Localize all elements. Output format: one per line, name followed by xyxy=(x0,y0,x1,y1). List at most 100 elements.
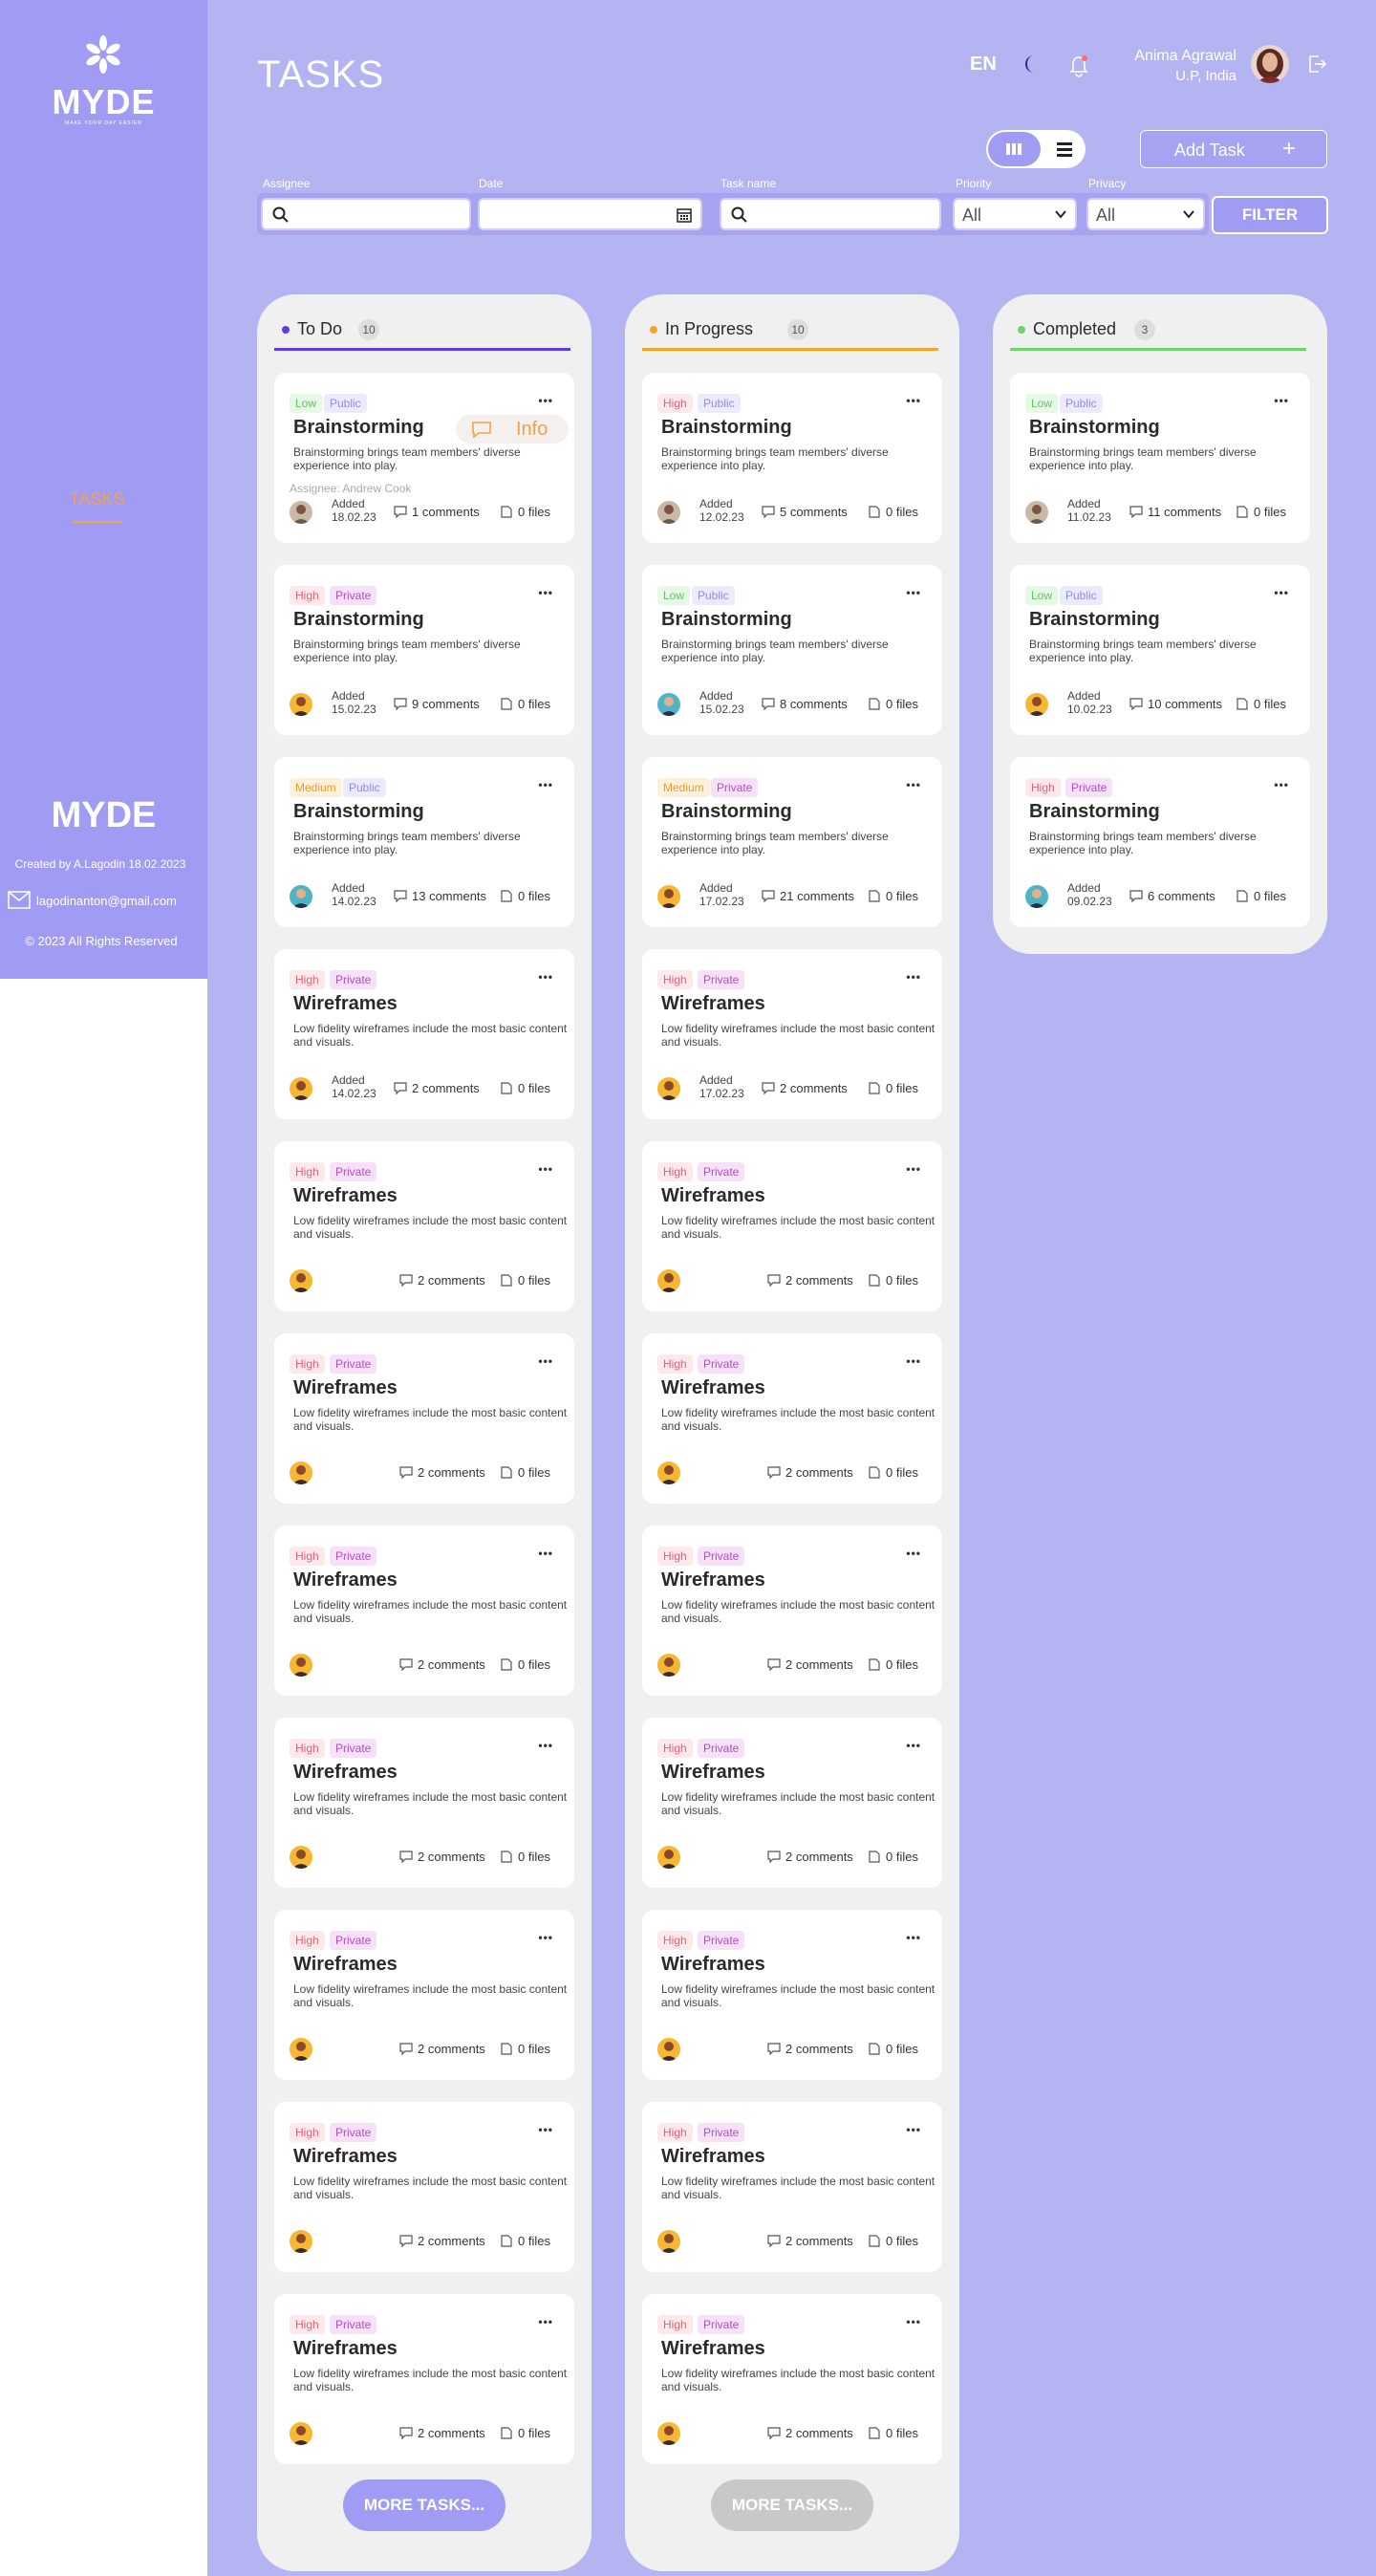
task-card[interactable]: High Private ••• Wireframes Low fidelity wir… xyxy=(642,1526,942,1696)
more-options-icon[interactable]: ••• xyxy=(1274,778,1289,791)
more-options-icon[interactable]: ••• xyxy=(538,1354,553,1368)
task-card[interactable]: Low Public ••• Brainstorming Brainstorming b… xyxy=(1010,373,1310,543)
files-count[interactable]: 0 files xyxy=(500,1657,550,1672)
comments-count[interactable]: 2 comments xyxy=(767,1465,853,1480)
task-card[interactable]: High Private ••• Wireframes Low fidelity wir… xyxy=(274,2294,574,2464)
task-card[interactable]: High Private ••• Wireframes Low fidelity wir… xyxy=(642,1910,942,2080)
contact-email-link[interactable]: lagodinanton@gmail.com xyxy=(36,894,177,908)
assignee-search-input[interactable] xyxy=(261,198,471,230)
language-switch[interactable]: EN xyxy=(970,54,997,76)
files-count[interactable]: 0 files xyxy=(1236,889,1286,903)
comments-count[interactable]: 2 comments xyxy=(399,1850,485,1864)
comments-count[interactable]: 9 comments xyxy=(394,697,480,711)
task-card[interactable]: High Private ••• Wireframes Low fidelity wir… xyxy=(274,2102,574,2272)
comments-count[interactable]: 8 comments xyxy=(762,697,848,711)
more-options-icon[interactable]: ••• xyxy=(538,1739,553,1752)
files-count[interactable]: 0 files xyxy=(500,1273,550,1288)
task-card[interactable]: High Private ••• Wireframes Low fidelity wir… xyxy=(274,949,574,1119)
sidebar-item-tasks[interactable]: TASKS xyxy=(0,489,194,509)
comments-count[interactable]: 2 comments xyxy=(399,2426,485,2440)
comments-count[interactable]: 2 comments xyxy=(399,1657,485,1672)
more-options-icon[interactable]: ••• xyxy=(538,1547,553,1560)
comments-count[interactable]: 2 comments xyxy=(767,2234,853,2248)
task-card[interactable]: High Private ••• Wireframes Low fidelity wir… xyxy=(274,1718,574,1888)
task-card[interactable]: Low Public ••• Brainstorming Brainstorming b… xyxy=(642,565,942,735)
files-count[interactable]: 0 files xyxy=(868,1850,918,1864)
more-options-icon[interactable]: ••• xyxy=(538,1162,553,1176)
task-card[interactable]: High Private ••• Brainstorming Brainstorming… xyxy=(274,565,574,735)
more-options-icon[interactable]: ••• xyxy=(906,1739,921,1752)
more-options-icon[interactable]: ••• xyxy=(906,1354,921,1368)
task-card[interactable]: High Private ••• Wireframes Low fidelity wir… xyxy=(274,1526,574,1696)
taskname-search-input[interactable] xyxy=(720,198,941,230)
files-count[interactable]: 0 files xyxy=(500,1081,550,1095)
task-card[interactable]: High Private ••• Wireframes Low fidelity wir… xyxy=(642,2294,942,2464)
task-card[interactable]: High Private ••• Wireframes Low fidelity wir… xyxy=(642,1333,942,1504)
comments-count[interactable]: 2 comments xyxy=(399,2042,485,2056)
task-card[interactable]: High Private ••• Wireframes Low fidelity wir… xyxy=(274,1333,574,1504)
files-count[interactable]: 0 files xyxy=(500,2042,550,2056)
comments-count[interactable]: 2 comments xyxy=(762,1081,848,1095)
date-input[interactable] xyxy=(478,198,702,230)
files-count[interactable]: 0 files xyxy=(868,2426,918,2440)
more-options-icon[interactable]: ••• xyxy=(906,2123,921,2136)
task-card[interactable]: High Private ••• Brainstorming Brainstorming… xyxy=(1010,757,1310,927)
add-task-button[interactable]: Add Task + xyxy=(1140,130,1327,168)
task-card[interactable]: Medium Private ••• Brainstorming Brainstormi… xyxy=(642,757,942,927)
comments-count[interactable]: 10 comments xyxy=(1129,697,1222,711)
more-tasks-todo-button[interactable]: MORE TASKS... xyxy=(343,2479,505,2531)
task-card[interactable]: High Private ••• Wireframes Low fidelity wir… xyxy=(642,949,942,1119)
more-tasks-progress-button[interactable]: MORE TASKS... xyxy=(711,2479,873,2531)
task-card[interactable]: Low Public ••• Brainstorming Brainstorming b… xyxy=(1010,565,1310,735)
board-view-button[interactable] xyxy=(988,132,1041,166)
calendar-icon[interactable] xyxy=(676,206,693,224)
comments-count[interactable]: 2 comments xyxy=(394,1081,480,1095)
more-options-icon[interactable]: ••• xyxy=(906,970,921,984)
files-count[interactable]: 0 files xyxy=(868,1081,918,1095)
comments-count[interactable]: 13 comments xyxy=(394,889,486,903)
files-count[interactable]: 0 files xyxy=(868,697,918,711)
comments-count[interactable]: 1 comments xyxy=(394,505,480,519)
files-count[interactable]: 0 files xyxy=(500,505,550,519)
files-count[interactable]: 0 files xyxy=(500,2234,550,2248)
more-options-icon[interactable]: ••• xyxy=(538,2315,553,2328)
task-card[interactable]: High Private ••• Wireframes Low fidelity wir… xyxy=(274,1141,574,1311)
more-options-icon[interactable]: ••• xyxy=(906,586,921,599)
more-options-icon[interactable]: ••• xyxy=(1274,586,1289,599)
files-count[interactable]: 0 files xyxy=(868,1273,918,1288)
files-count[interactable]: 0 files xyxy=(868,1657,918,1672)
files-count[interactable]: 0 files xyxy=(1236,697,1286,711)
files-count[interactable]: 0 files xyxy=(1236,505,1286,519)
comments-count[interactable]: 5 comments xyxy=(762,505,848,519)
comments-count[interactable]: 2 comments xyxy=(399,1273,485,1288)
more-options-icon[interactable]: ••• xyxy=(538,394,553,407)
priority-select[interactable]: All xyxy=(953,198,1077,230)
files-count[interactable]: 0 files xyxy=(868,2234,918,2248)
more-options-icon[interactable]: ••• xyxy=(538,778,553,791)
more-options-icon[interactable]: ••• xyxy=(906,2315,921,2328)
comments-count[interactable]: 2 comments xyxy=(767,1273,853,1288)
files-count[interactable]: 0 files xyxy=(500,697,550,711)
more-options-icon[interactable]: ••• xyxy=(906,1547,921,1560)
task-card[interactable]: Low Public ••• Brainstorming Brainstorming b… xyxy=(274,373,574,543)
comments-count[interactable]: 2 comments xyxy=(399,1465,485,1480)
more-options-icon[interactable]: ••• xyxy=(538,2123,553,2136)
files-count[interactable]: 0 files xyxy=(868,2042,918,2056)
task-card[interactable]: High Private ••• Wireframes Low fidelity wir… xyxy=(642,1141,942,1311)
comments-count[interactable]: 2 comments xyxy=(399,2234,485,2248)
privacy-select[interactable]: All xyxy=(1086,198,1205,230)
task-card[interactable]: High Public ••• Brainstorming Brainstorming … xyxy=(642,373,942,543)
comments-count[interactable]: 6 comments xyxy=(1129,889,1215,903)
logout-icon[interactable] xyxy=(1306,54,1327,75)
user-avatar[interactable] xyxy=(1251,45,1289,83)
dark-mode-moon-icon[interactable] xyxy=(1021,54,1042,75)
more-options-icon[interactable]: ••• xyxy=(906,394,921,407)
files-count[interactable]: 0 files xyxy=(500,889,550,903)
comments-count[interactable]: 11 comments xyxy=(1129,505,1221,519)
comments-count[interactable]: 2 comments xyxy=(767,1850,853,1864)
more-options-icon[interactable]: ••• xyxy=(906,1162,921,1176)
list-view-button[interactable] xyxy=(1045,132,1084,166)
more-options-icon[interactable]: ••• xyxy=(906,1931,921,1944)
task-card[interactable]: High Private ••• Wireframes Low fidelity wir… xyxy=(274,1910,574,2080)
more-options-icon[interactable]: ••• xyxy=(538,586,553,599)
